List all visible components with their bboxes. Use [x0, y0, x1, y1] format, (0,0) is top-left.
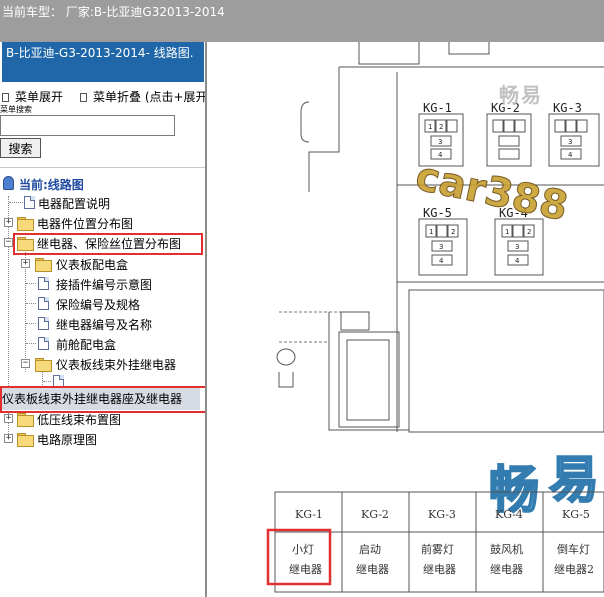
tree-item-external-relay[interactable]: − 仪表板线束外挂继电器: [0, 355, 200, 373]
folder-icon: [17, 413, 34, 427]
search-label: 菜单搜索: [0, 105, 32, 114]
tree-item-schematic[interactable]: + 电路原理图: [0, 430, 200, 448]
search-input[interactable]: [0, 115, 175, 136]
svg-text:易: 易: [521, 83, 541, 107]
svg-text:倒车灯: 倒车灯: [557, 542, 590, 556]
folder-icon: [17, 217, 34, 231]
svg-text:KG-1: KG-1: [423, 101, 452, 115]
svg-text:启动: 启动: [359, 543, 381, 556]
tree-root[interactable]: 当前:线路图: [2, 175, 202, 193]
tree-item-front-box[interactable]: 前舱配电盒: [0, 335, 200, 353]
svg-text:4: 4: [515, 257, 520, 265]
svg-text:3: 3: [515, 243, 519, 251]
expand-toggle[interactable]: +: [4, 218, 13, 227]
collapse-toggle[interactable]: −: [4, 238, 13, 247]
svg-text:前雾灯: 前雾灯: [421, 542, 454, 556]
tree-item-dash-distribution[interactable]: + 仪表板配电盒: [0, 255, 200, 273]
svg-text:KG-3: KG-3: [428, 508, 456, 521]
tree-item-relay-names[interactable]: 继电器编号及名称: [0, 315, 200, 333]
svg-text:2: 2: [439, 123, 443, 131]
search-button[interactable]: 搜索: [0, 138, 41, 158]
expand-toggle[interactable]: +: [4, 414, 13, 423]
svg-text:KG-5: KG-5: [423, 206, 452, 220]
svg-text:1: 1: [429, 228, 433, 236]
folder-open-icon: [35, 358, 52, 372]
globe-icon: [3, 176, 14, 190]
highlight-box: [0, 386, 205, 413]
svg-text:KG-4: KG-4: [495, 508, 523, 521]
svg-text:KG-3: KG-3: [553, 101, 582, 115]
watermark: car388 畅 易 畅 易: [411, 83, 600, 520]
svg-text:继电器: 继电器: [289, 563, 322, 576]
expand-icon: [2, 93, 9, 102]
collapse-menu-link[interactable]: 菜单折叠 (点击+展开: [80, 88, 205, 105]
collapse-toggle[interactable]: −: [21, 359, 30, 368]
page-icon: [38, 337, 49, 350]
svg-text:继电器: 继电器: [423, 563, 456, 576]
svg-text:继电器2: 继电器2: [554, 563, 594, 576]
collapse-icon: [80, 93, 87, 102]
highlight-box: [13, 233, 203, 255]
svg-text:3: 3: [438, 138, 442, 146]
page-icon: [38, 277, 49, 290]
expand-menu-link[interactable]: 菜单展开: [2, 88, 63, 105]
svg-text:3: 3: [439, 243, 443, 251]
tree-item-fuse-spec[interactable]: 保险编号及规格: [0, 295, 200, 313]
svg-text:4: 4: [439, 257, 444, 265]
expand-toggle[interactable]: +: [4, 434, 13, 443]
svg-text:KG-5: KG-5: [562, 508, 590, 521]
svg-text:易: 易: [549, 451, 599, 509]
svg-text:4: 4: [568, 151, 573, 159]
page-icon: [38, 317, 49, 330]
divider: [0, 167, 205, 168]
svg-text:KG-2: KG-2: [361, 508, 389, 521]
svg-text:2: 2: [527, 228, 531, 236]
tree-item-component-location[interactable]: + 电器件位置分布图: [0, 214, 200, 232]
svg-text:小灯: 小灯: [292, 543, 314, 556]
svg-text:继电器: 继电器: [490, 563, 523, 576]
tree-item-connector-diagram[interactable]: 接插件编号示意图: [0, 275, 200, 293]
relay-diagram: KG-1 1 2 3 4 KG-2 KG-3 3 4 KG-5 1 2 3 4 …: [266, 42, 604, 593]
current-model-text: 当前车型： 厂家:B-比亚迪G32013-2014: [2, 5, 225, 19]
tree-item-config[interactable]: 电器配置说明: [0, 194, 200, 212]
expand-toggle[interactable]: +: [21, 259, 30, 268]
svg-text:2: 2: [451, 228, 455, 236]
svg-text:畅: 畅: [499, 83, 519, 107]
relay-kg-5: KG-5 1 2 3 4: [418, 206, 468, 276]
svg-text:鼓风机: 鼓风机: [490, 542, 523, 556]
svg-text:1: 1: [428, 123, 432, 131]
svg-text:KG-1: KG-1: [295, 508, 323, 521]
page-icon: [38, 297, 49, 310]
relay-diagram-viewer[interactable]: KG-1 1 2 3 4 KG-2 KG-3 3 4 KG-5 1 2 3 4 …: [209, 42, 604, 597]
document-title: B-比亚迪-G3-2013-2014- 线路图.: [2, 42, 204, 82]
svg-text:3: 3: [568, 138, 572, 146]
title-bar: 当前车型： 厂家:B-比亚迪G32013-2014: [0, 0, 604, 42]
folder-icon: [17, 433, 34, 447]
svg-text:继电器: 继电器: [356, 563, 389, 576]
navigation-panel: B-比亚迪-G3-2013-2014- 线路图. 菜单展开 菜单折叠 (点击+展…: [0, 42, 207, 597]
folder-icon: [35, 258, 52, 272]
relay-kg-3: KG-3 3 4: [548, 101, 600, 167]
relay-kg-2: KG-2: [486, 101, 532, 167]
page-icon: [24, 196, 35, 209]
svg-text:1: 1: [505, 228, 509, 236]
